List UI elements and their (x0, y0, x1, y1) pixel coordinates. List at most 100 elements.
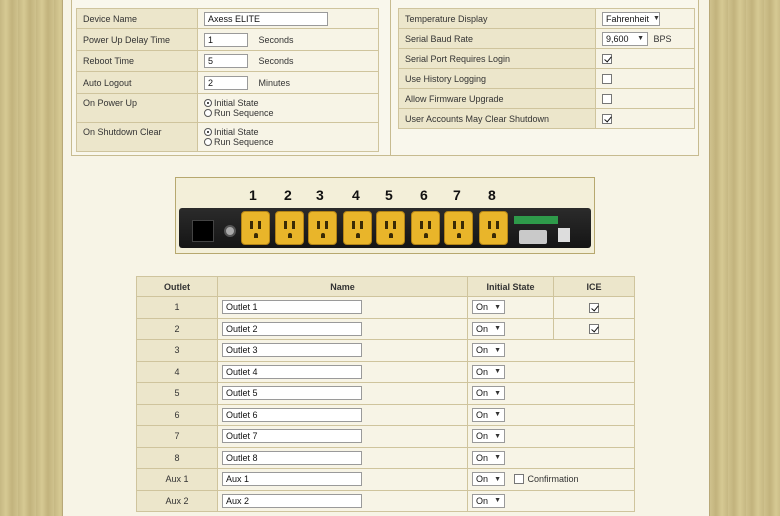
table-row: 7 Outlet 7 On ▼ (136, 425, 635, 448)
chevron-down-icon: ▼ (653, 15, 660, 22)
outlet-name-input[interactable]: Outlet 5 (222, 386, 362, 401)
system-settings-table: Temperature Display Fahrenheit ▼ Serial … (398, 8, 695, 129)
initial-state-select[interactable]: On ▼ (472, 493, 505, 508)
chevron-down-icon: ▼ (637, 35, 644, 42)
column-header-name: Name (217, 276, 468, 297)
confirmation-option[interactable]: Confirmation (513, 474, 579, 485)
ice-checkbox[interactable] (589, 302, 599, 313)
outlet-name-input[interactable]: Outlet 3 (222, 343, 362, 358)
radio-button[interactable] (204, 138, 212, 146)
confirmation-checkbox[interactable] (513, 474, 524, 485)
outlet-number-label: 6 (420, 187, 428, 203)
column-header-initial-state: Initial State (467, 276, 554, 297)
radio-button[interactable] (204, 109, 212, 117)
auto-logout-input[interactable]: 2 (204, 75, 248, 90)
outlet-index: 2 (136, 317, 218, 340)
radio-label: Run Sequence (214, 108, 274, 118)
outlet-name-input[interactable]: Outlet 6 (222, 407, 362, 422)
power-up-delay-input[interactable]: 1 (204, 32, 248, 47)
history-logging-checkbox[interactable] (602, 73, 612, 84)
outlet-number-label: 8 (488, 187, 496, 203)
main-panel: Device Name Axess ELITE Power Up Delay T… (62, 0, 710, 516)
receptacle-icon (411, 211, 440, 245)
select-value: On (476, 366, 489, 377)
outlet-name-input[interactable]: Outlet 7 (222, 429, 362, 444)
reboot-time-input[interactable]: 5 (204, 54, 248, 68)
radio-option[interactable]: Initial State (204, 127, 372, 137)
initial-state-select[interactable]: On ▼ (472, 364, 505, 379)
setting-label: User Accounts May Clear Shutdown (398, 108, 596, 129)
setting-label: Serial Port Requires Login (398, 48, 596, 69)
radio-option[interactable]: Run Sequence (204, 108, 372, 118)
chevron-down-icon: ▼ (494, 303, 501, 311)
setting-row-temperature: Temperature Display Fahrenheit ▼ (398, 8, 695, 29)
receptacle-icon (275, 211, 304, 245)
select-value: On (476, 345, 489, 356)
outlet-index: 3 (136, 339, 218, 362)
receptacle-icon (241, 211, 270, 245)
unit-label: BPS (653, 33, 672, 44)
initial-state-select[interactable]: On ▼ (472, 429, 505, 444)
setting-label: Temperature Display (398, 8, 596, 29)
receptacle-icon (479, 211, 508, 245)
device-name-input[interactable]: Axess ELITE (204, 11, 328, 26)
initial-state-select[interactable]: On ▼ (472, 450, 505, 465)
unit-label: Seconds (258, 56, 294, 66)
initial-state-select[interactable]: On ▼ (472, 386, 505, 401)
receptacle-icon (308, 211, 337, 245)
outlet-name-input[interactable]: Outlet 2 (222, 321, 362, 336)
select-value: 9,600 (606, 33, 629, 44)
settings-divider (390, 0, 391, 156)
outlet-index: 4 (136, 360, 218, 383)
initial-state-select[interactable]: On ▼ (472, 472, 505, 487)
select-value: On (476, 495, 489, 506)
select-value: Fahrenheit (606, 13, 650, 24)
setting-label: Use History Logging (398, 68, 596, 89)
table-row: 2 Outlet 2 On ▼ (136, 317, 635, 340)
right-background (710, 0, 780, 516)
setting-label: Allow Firmware Upgrade (398, 88, 596, 109)
settings-box: Device Name Axess ELITE Power Up Delay T… (71, 0, 699, 156)
unit-label: Seconds (258, 34, 294, 45)
outlet-index: 5 (136, 382, 218, 405)
outlet-index: 1 (136, 296, 218, 319)
chevron-down-icon: ▼ (494, 389, 501, 397)
outlet-name-input[interactable]: Aux 1 (222, 472, 362, 487)
table-row: 3 Outlet 3 On ▼ (136, 339, 635, 362)
table-row: 5 Outlet 5 On ▼ (136, 382, 635, 405)
power-inlet-icon (192, 220, 214, 242)
table-row: 4 Outlet 4 On ▼ (136, 360, 635, 383)
clear-shutdown-checkbox[interactable] (602, 113, 612, 124)
initial-state-select[interactable]: On ▼ (472, 321, 505, 336)
table-row: 6 Outlet 6 On ▼ (136, 403, 635, 426)
setting-row-firmware-upgrade: Allow Firmware Upgrade (398, 88, 695, 109)
temperature-select[interactable]: Fahrenheit ▼ (602, 11, 660, 26)
radio-option[interactable]: Initial State (204, 98, 372, 108)
initial-state-select[interactable]: On ▼ (472, 300, 505, 315)
select-value: On (476, 431, 489, 442)
initial-state-select[interactable]: On ▼ (472, 343, 505, 358)
outlets-table: Outlet Name Initial State ICE 1 Outlet 1… (136, 276, 635, 512)
chevron-down-icon: ▼ (494, 475, 501, 483)
serial-login-checkbox[interactable] (602, 53, 612, 64)
ice-checkbox[interactable] (589, 324, 599, 335)
initial-state-select[interactable]: On ▼ (472, 407, 505, 422)
outlet-name-input[interactable]: Aux 2 (222, 493, 362, 508)
radio-button[interactable] (204, 128, 212, 136)
baud-rate-select[interactable]: 9,600 ▼ (602, 31, 648, 46)
outlet-number-label: 2 (284, 187, 292, 203)
chevron-down-icon: ▼ (494, 432, 501, 440)
radio-option[interactable]: Run Sequence (204, 137, 372, 147)
outlet-number-label: 3 (316, 187, 324, 203)
setting-row-clear-shutdown: User Accounts May Clear Shutdown (398, 108, 695, 129)
outlet-name-input[interactable]: Outlet 1 (222, 300, 362, 315)
terminal-block-icon (514, 216, 558, 224)
setting-label: Device Name (76, 8, 198, 29)
confirmation-label: Confirmation (527, 474, 579, 485)
setting-label: Serial Baud Rate (398, 28, 596, 49)
outlet-name-input[interactable]: Outlet 4 (222, 364, 362, 379)
outlet-name-input[interactable]: Outlet 8 (222, 450, 362, 465)
setting-row-power-up-delay: Power Up Delay Time 1 Seconds (76, 28, 379, 51)
firmware-upgrade-checkbox[interactable] (602, 93, 612, 104)
radio-button[interactable] (204, 99, 212, 107)
